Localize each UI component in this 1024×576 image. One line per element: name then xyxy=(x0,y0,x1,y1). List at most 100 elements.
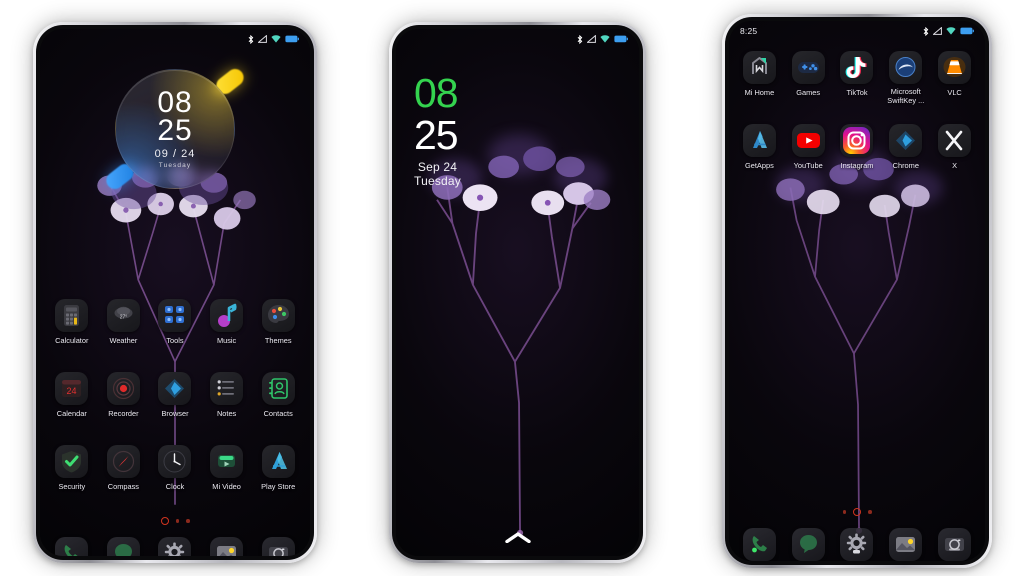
app-contacts[interactable]: Contacts xyxy=(252,372,304,418)
app-youtube[interactable]: YouTube xyxy=(784,124,833,170)
chrome-icon[interactable] xyxy=(889,124,923,157)
app-grid-row-2: GetApps YouTube Instagram Chrome X xyxy=(729,124,985,170)
app-x[interactable]: X xyxy=(930,124,979,170)
messages-icon[interactable] xyxy=(791,528,825,561)
app-label: Music xyxy=(216,336,237,345)
messages-icon[interactable] xyxy=(106,537,140,556)
bluetooth-icon xyxy=(923,26,929,36)
settings-gear-icon[interactable] xyxy=(840,528,874,561)
circular-clock-widget[interactable]: 08 25 09 / 24 Tuesday xyxy=(102,65,248,193)
phone-1-home-screen: 08 25 09 / 24 Tuesday Calculator 27° Wea… xyxy=(33,22,317,563)
app-label: Chrome xyxy=(892,161,919,170)
phone-2-bezel: 08 25 Sep 24 Tuesday xyxy=(392,25,643,560)
camera-icon[interactable] xyxy=(261,537,295,556)
calculator-icon[interactable] xyxy=(55,299,89,332)
tools-folder-icon[interactable] xyxy=(158,299,192,332)
instagram-icon[interactable] xyxy=(840,124,874,157)
app-play-store[interactable]: Play Store xyxy=(252,445,304,491)
app-label: Themes xyxy=(264,336,292,345)
clock-icon[interactable] xyxy=(158,445,192,478)
page-indicator[interactable] xyxy=(40,517,310,525)
app-label: Instagram xyxy=(840,161,874,170)
music-icon[interactable] xyxy=(210,299,244,332)
app-mi-home[interactable]: Mi Home xyxy=(735,51,784,105)
themes-icon[interactable] xyxy=(261,299,295,332)
app-microsoft-swiftkey[interactable]: Microsoft SwiftKey ... xyxy=(881,51,930,105)
recorder-icon[interactable] xyxy=(106,372,140,405)
app-security[interactable]: Security xyxy=(46,445,98,491)
phone-3-status-bar: 8:25 xyxy=(729,21,985,41)
app-themes[interactable]: Themes xyxy=(252,299,304,345)
tiktok-icon[interactable] xyxy=(840,51,874,84)
app-tiktok[interactable]: TikTok xyxy=(833,51,882,105)
app-music[interactable]: Music xyxy=(201,299,253,345)
page-dot-active[interactable] xyxy=(853,508,861,516)
page-dot[interactable] xyxy=(175,519,179,523)
widget-glass-dial[interactable]: 08 25 09 / 24 Tuesday xyxy=(115,69,235,189)
app-calculator[interactable]: Calculator xyxy=(46,299,98,345)
phone-3-screen: 8:25 Mi Home Games TikTok Microsoft Swif… xyxy=(729,21,985,561)
mi-video-icon[interactable] xyxy=(210,445,244,478)
app-browser[interactable]: Browser xyxy=(149,372,201,418)
compass-icon[interactable] xyxy=(106,445,140,478)
games-icon[interactable] xyxy=(791,51,825,84)
app-mi-video[interactable]: Mi Video xyxy=(201,445,253,491)
phone-1-status-bar xyxy=(40,29,310,49)
app-compass[interactable]: Compass xyxy=(98,445,150,491)
notes-icon[interactable] xyxy=(210,372,244,405)
weather-icon[interactable]: 27° xyxy=(106,299,140,332)
security-icon[interactable] xyxy=(55,445,89,478)
calendar-icon[interactable]: 24 xyxy=(55,372,89,405)
phone-icon[interactable] xyxy=(55,537,89,556)
camera-icon[interactable] xyxy=(938,528,972,561)
battery-icon xyxy=(285,35,299,43)
app-games[interactable]: Games xyxy=(784,51,833,105)
gallery-icon[interactable] xyxy=(210,537,244,556)
phone-2-lock-screen: 08 25 Sep 24 Tuesday xyxy=(389,22,646,563)
app-label: Browser xyxy=(161,409,189,418)
app-label: Play Store xyxy=(261,482,296,491)
app-clock[interactable]: Clock xyxy=(149,445,201,491)
status-clock: 8:25 xyxy=(740,26,758,36)
app-weather[interactable]: 27° Weather xyxy=(98,299,150,345)
settings-gear-icon[interactable] xyxy=(158,537,192,556)
app-label: Contacts xyxy=(263,409,293,418)
app-label: Compass xyxy=(107,482,139,491)
getapps-icon[interactable] xyxy=(742,124,776,157)
app-label: VLC xyxy=(947,88,962,97)
page-dot[interactable] xyxy=(868,510,872,514)
gallery-icon[interactable] xyxy=(889,528,923,561)
phone-icon[interactable] xyxy=(742,528,776,561)
mi-home-icon[interactable] xyxy=(742,51,776,84)
x-icon[interactable] xyxy=(938,124,972,157)
swiftkey-icon[interactable] xyxy=(889,51,923,84)
lockscreen-hours: 08 xyxy=(414,70,459,116)
app-calendar[interactable]: 24 Calendar xyxy=(46,372,98,418)
app-notes[interactable]: Notes xyxy=(201,372,253,418)
app-tools[interactable]: Tools xyxy=(149,299,201,345)
youtube-icon[interactable] xyxy=(791,124,825,157)
wifi-icon xyxy=(600,35,610,43)
page-dot[interactable] xyxy=(186,519,190,523)
widget-minutes: 25 xyxy=(157,113,193,147)
play-store-icon[interactable] xyxy=(261,445,295,478)
widget-weekday: Tuesday xyxy=(158,161,192,169)
phone-3-dock xyxy=(729,528,985,561)
app-grid-row-2: 24 Calendar Recorder Browser Notes Conta… xyxy=(40,372,310,418)
app-vlc[interactable]: VLC xyxy=(930,51,979,105)
page-dot[interactable] xyxy=(842,510,846,514)
contacts-icon[interactable] xyxy=(261,372,295,405)
page-dot-active[interactable] xyxy=(160,517,169,525)
app-label: Security xyxy=(58,482,86,491)
page-indicator[interactable] xyxy=(729,508,985,516)
wifi-icon xyxy=(946,27,956,35)
lockscreen-weekday: Tuesday xyxy=(414,174,461,189)
vlc-icon[interactable] xyxy=(938,51,972,84)
app-recorder[interactable]: Recorder xyxy=(98,372,150,418)
svg-text:27°: 27° xyxy=(120,315,128,321)
browser-icon[interactable] xyxy=(158,372,192,405)
app-instagram[interactable]: Instagram xyxy=(833,124,882,170)
app-getapps[interactable]: GetApps xyxy=(735,124,784,170)
chevron-up-icon[interactable] xyxy=(504,530,531,548)
app-chrome[interactable]: Chrome xyxy=(881,124,930,170)
